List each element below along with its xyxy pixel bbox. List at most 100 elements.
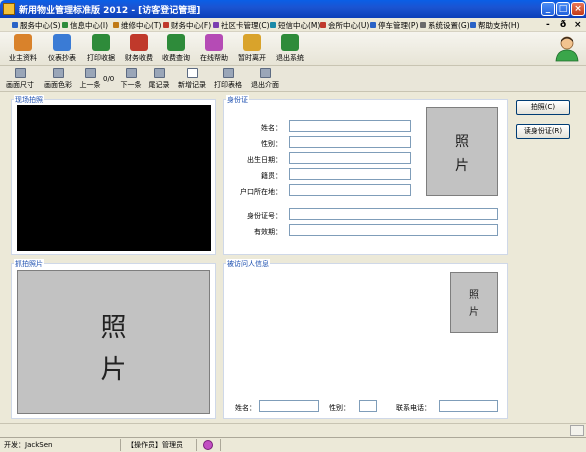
id-origin-field[interactable] [289, 168, 411, 180]
fee-query-label: 收费查询 [162, 54, 190, 62]
status-indicator-icon [203, 440, 213, 450]
id-household-field[interactable] [289, 184, 411, 196]
menu-finance[interactable]: 财务中心(F) [163, 20, 211, 31]
menu-parking[interactable]: 停车管理(P) [370, 20, 418, 31]
menu-card-icon [213, 22, 219, 28]
screen-color-icon [52, 68, 64, 78]
menu-settings-icon [420, 22, 426, 28]
main-toolbar: 业主资料 仪表抄表 打印收据 财务收费 收费查询 在线帮助 暂时离开 退出系统 [0, 32, 586, 66]
id-birthdate-label: 出生日期： [247, 156, 282, 164]
exit-screen-button[interactable]: 退出介面 [249, 68, 281, 90]
captured-photo-placeholder-1: 照 [100, 313, 127, 343]
print-table-button[interactable]: 打印表格 [212, 68, 244, 90]
print-receipt-label: 打印收据 [87, 54, 115, 62]
read-id-card-button[interactable]: 读身份证(R) [516, 124, 570, 139]
exit-screen-label: 退出介面 [251, 81, 279, 89]
screen-size-icon [14, 68, 26, 78]
record-counter: 0/0 [103, 75, 115, 83]
menu-service-icon [12, 22, 18, 28]
finance-charge-button[interactable]: 财务收费 [121, 34, 157, 64]
visitee-photo-placeholder-2: 片 [469, 307, 479, 318]
online-help-label: 在线帮助 [200, 54, 228, 62]
menu-clubhouse[interactable]: 会所中心(U) [320, 20, 369, 31]
finance-label: 财务收费 [125, 54, 153, 62]
screen-color-button[interactable]: 画面色彩 [42, 68, 74, 90]
menu-settings[interactable]: 系统设置(G) [420, 20, 470, 31]
visitee-photo-placeholder-1: 照 [469, 290, 479, 301]
visitee-phone-field[interactable] [439, 400, 498, 412]
online-help-button[interactable]: 在线帮助 [196, 34, 232, 64]
last-record-button[interactable]: 尾记录 [147, 68, 171, 90]
status-divider [196, 439, 197, 451]
id-gender-label: 性别： [261, 140, 282, 148]
scroll-arrow-icon[interactable] [570, 425, 584, 436]
exit-system-button[interactable]: 退出系统 [272, 34, 308, 64]
visitee-photo: 照 片 [450, 272, 498, 333]
print-receipt-button[interactable]: 打印收据 [83, 34, 119, 64]
menu-info-icon [62, 22, 68, 28]
id-number-label: 身份证号： [247, 212, 282, 220]
id-gender-field[interactable] [289, 136, 411, 148]
menu-service[interactable]: 服务中心(S) [12, 20, 61, 31]
id-name-label: 姓名： [261, 124, 282, 132]
capture-button[interactable]: 拍照(C) [516, 100, 570, 115]
lock-screen-label: 暂时离开 [238, 54, 266, 62]
visitee-name-label: 姓名： [235, 404, 256, 412]
mdi-minimize-button[interactable]: - [546, 20, 550, 30]
prev-record-button[interactable]: 上一条 [78, 68, 102, 90]
help-icon [205, 34, 223, 51]
visitee-title: 被访问人信息 [226, 259, 270, 269]
fee-query-icon [167, 34, 185, 51]
captured-photo-title: 抓拍照片 [14, 259, 44, 269]
menu-repair[interactable]: 维修中心(T) [113, 20, 161, 31]
menu-sms-icon [270, 22, 276, 28]
prev-record-icon [84, 68, 96, 78]
mdi-close-button[interactable]: × [574, 20, 582, 30]
menu-help-icon [470, 22, 476, 28]
meter-reading-button[interactable]: 仪表抄表 [44, 34, 80, 64]
new-record-button[interactable]: 新增记录 [176, 68, 208, 90]
developer-status: 开发：JackSen [4, 441, 53, 449]
status-divider [120, 439, 121, 451]
menu-info[interactable]: 信息中心(I) [62, 20, 108, 31]
prev-record-label: 上一条 [79, 81, 101, 89]
fee-query-button[interactable]: 收费查询 [158, 34, 194, 64]
exit-system-label: 退出系统 [276, 54, 304, 62]
next-record-button[interactable]: 下一条 [119, 68, 143, 90]
screen-size-button[interactable]: 画面尺寸 [5, 68, 35, 90]
lock-screen-button[interactable]: 暂时离开 [234, 34, 270, 64]
last-record-label: 尾记录 [148, 81, 170, 89]
mdi-restore-button[interactable]: ð [560, 20, 566, 30]
captured-photo-placeholder-2: 片 [100, 355, 127, 385]
menu-sms[interactable]: 短信中心(M) [270, 20, 320, 31]
status-bar: 开发：JackSen 【操作员】管理员 [0, 437, 586, 452]
app-icon [3, 3, 15, 15]
user-avatar-icon [555, 36, 579, 62]
new-record-label: 新增记录 [178, 81, 206, 89]
id-name-field[interactable] [289, 120, 411, 132]
id-validity-field[interactable] [289, 224, 498, 236]
operator-status: 【操作员】管理员 [127, 441, 183, 449]
camera-preview [17, 105, 211, 251]
owners-label: 业主资料 [9, 54, 37, 62]
meter-label: 仪表抄表 [48, 54, 76, 62]
next-record-icon [125, 68, 137, 78]
maximize-button[interactable]: □ [556, 2, 570, 16]
screen-size-label: 画面尺寸 [6, 81, 34, 89]
owners-button[interactable]: 业主资料 [5, 34, 41, 64]
owners-icon [14, 34, 32, 51]
id-card-photo: 照 片 [426, 107, 498, 196]
title-bar: 新用物业管理标准版 2012 - [访客登记管理] _ □ × [0, 0, 586, 18]
close-button[interactable]: × [571, 2, 585, 16]
id-birthdate-field[interactable] [289, 152, 411, 164]
id-number-field[interactable] [289, 208, 498, 220]
minimize-button[interactable]: _ [541, 2, 555, 16]
visitee-phone-label: 联系电话： [396, 404, 431, 412]
menu-help[interactable]: 帮助支持(H) [470, 20, 520, 31]
menu-community-card[interactable]: 社区卡管理(C) [213, 20, 270, 31]
exit-screen-icon [259, 68, 271, 78]
meter-icon [53, 34, 71, 51]
next-record-label: 下一条 [120, 81, 142, 89]
horizontal-scrollbar[interactable] [0, 423, 586, 437]
finance-icon [130, 34, 148, 51]
